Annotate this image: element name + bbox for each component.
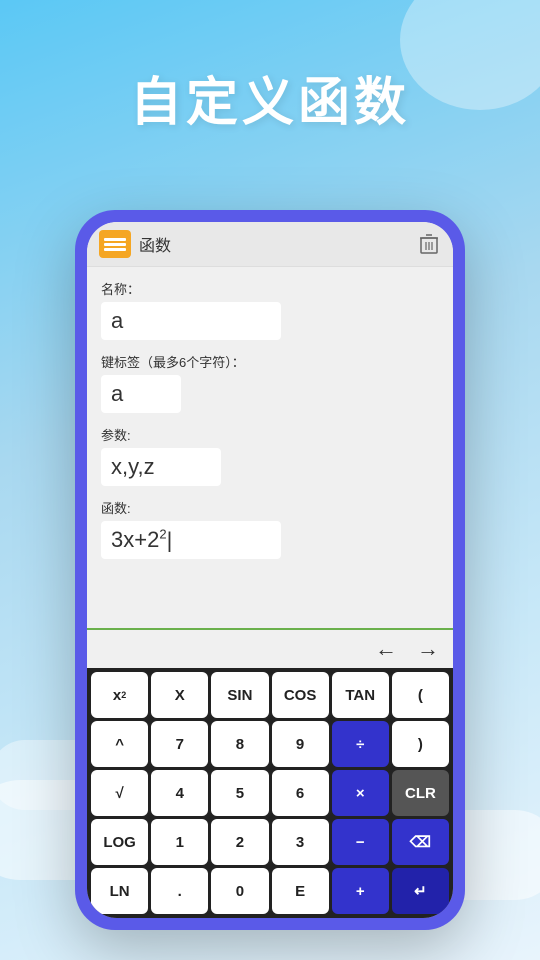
key-_[interactable]: ⌫	[392, 819, 449, 865]
key-_[interactable]: ↵	[392, 868, 449, 914]
trash-icon[interactable]	[417, 232, 441, 256]
app-icon-line2	[104, 243, 126, 246]
key-SIN[interactable]: SIN	[211, 672, 268, 718]
key-_[interactable]: −	[332, 819, 389, 865]
keylabel-input[interactable]: a	[101, 375, 181, 413]
nav-bar: ← →	[87, 628, 453, 668]
key-x_[interactable]: x2	[91, 672, 148, 718]
name-label: 名称：	[101, 279, 439, 298]
func-label: 函数:	[101, 498, 439, 517]
page-title: 自定义函数	[0, 60, 540, 135]
key-6[interactable]: 6	[272, 770, 329, 816]
params-label: 参数:	[101, 425, 439, 444]
key-_[interactable]: +	[332, 868, 389, 914]
key-_[interactable]: ÷	[332, 721, 389, 767]
key-LOG[interactable]: LOG	[91, 819, 148, 865]
key-_[interactable]: ×	[332, 770, 389, 816]
key-2[interactable]: 2	[211, 819, 268, 865]
key-9[interactable]: 9	[272, 721, 329, 767]
app-icon-line3	[104, 248, 126, 251]
key-E[interactable]: E	[272, 868, 329, 914]
key-7[interactable]: 7	[151, 721, 208, 767]
key-_[interactable]: ^	[91, 721, 148, 767]
name-input[interactable]: a	[101, 302, 281, 340]
keyboard: x2XSINCOSTAN( ^789÷) √456×CLR LOG123−⌫ LN.0E…	[87, 668, 453, 918]
func-input[interactable]: 3x+22|	[101, 521, 281, 559]
key-CLR[interactable]: CLR	[392, 770, 449, 816]
key-_[interactable]: √	[91, 770, 148, 816]
key-COS[interactable]: COS	[272, 672, 329, 718]
left-arrow-button[interactable]: ←	[375, 636, 397, 662]
key-1[interactable]: 1	[151, 819, 208, 865]
form-area: 名称： a 键标签（最多6个字符）： a 参数: x,y,z 函数: 3x+22…	[87, 267, 453, 628]
app-icon	[99, 230, 131, 258]
right-arrow-button[interactable]: →	[417, 636, 439, 662]
key-_[interactable]: .	[151, 868, 208, 914]
top-bar-title: 函数	[139, 232, 409, 256]
key-8[interactable]: 8	[211, 721, 268, 767]
top-bar: 函数	[87, 222, 453, 267]
key-TAN[interactable]: TAN	[332, 672, 389, 718]
key-X[interactable]: X	[151, 672, 208, 718]
func-value: 3x+22	[111, 527, 167, 552]
key-LN[interactable]: LN	[91, 868, 148, 914]
key-0[interactable]: 0	[211, 868, 268, 914]
key-_[interactable]: )	[392, 721, 449, 767]
key-3[interactable]: 3	[272, 819, 329, 865]
key-_[interactable]: (	[392, 672, 449, 718]
key-5[interactable]: 5	[211, 770, 268, 816]
phone-screen: 函数 名称： a 键标签（最多6个字符）： a	[87, 222, 453, 918]
key-4[interactable]: 4	[151, 770, 208, 816]
app-icon-line1	[104, 238, 126, 241]
keylabel-label: 键标签（最多6个字符）：	[101, 352, 439, 371]
params-input[interactable]: x,y,z	[101, 448, 221, 486]
phone-mockup: 函数 名称： a 键标签（最多6个字符）： a	[75, 210, 465, 930]
